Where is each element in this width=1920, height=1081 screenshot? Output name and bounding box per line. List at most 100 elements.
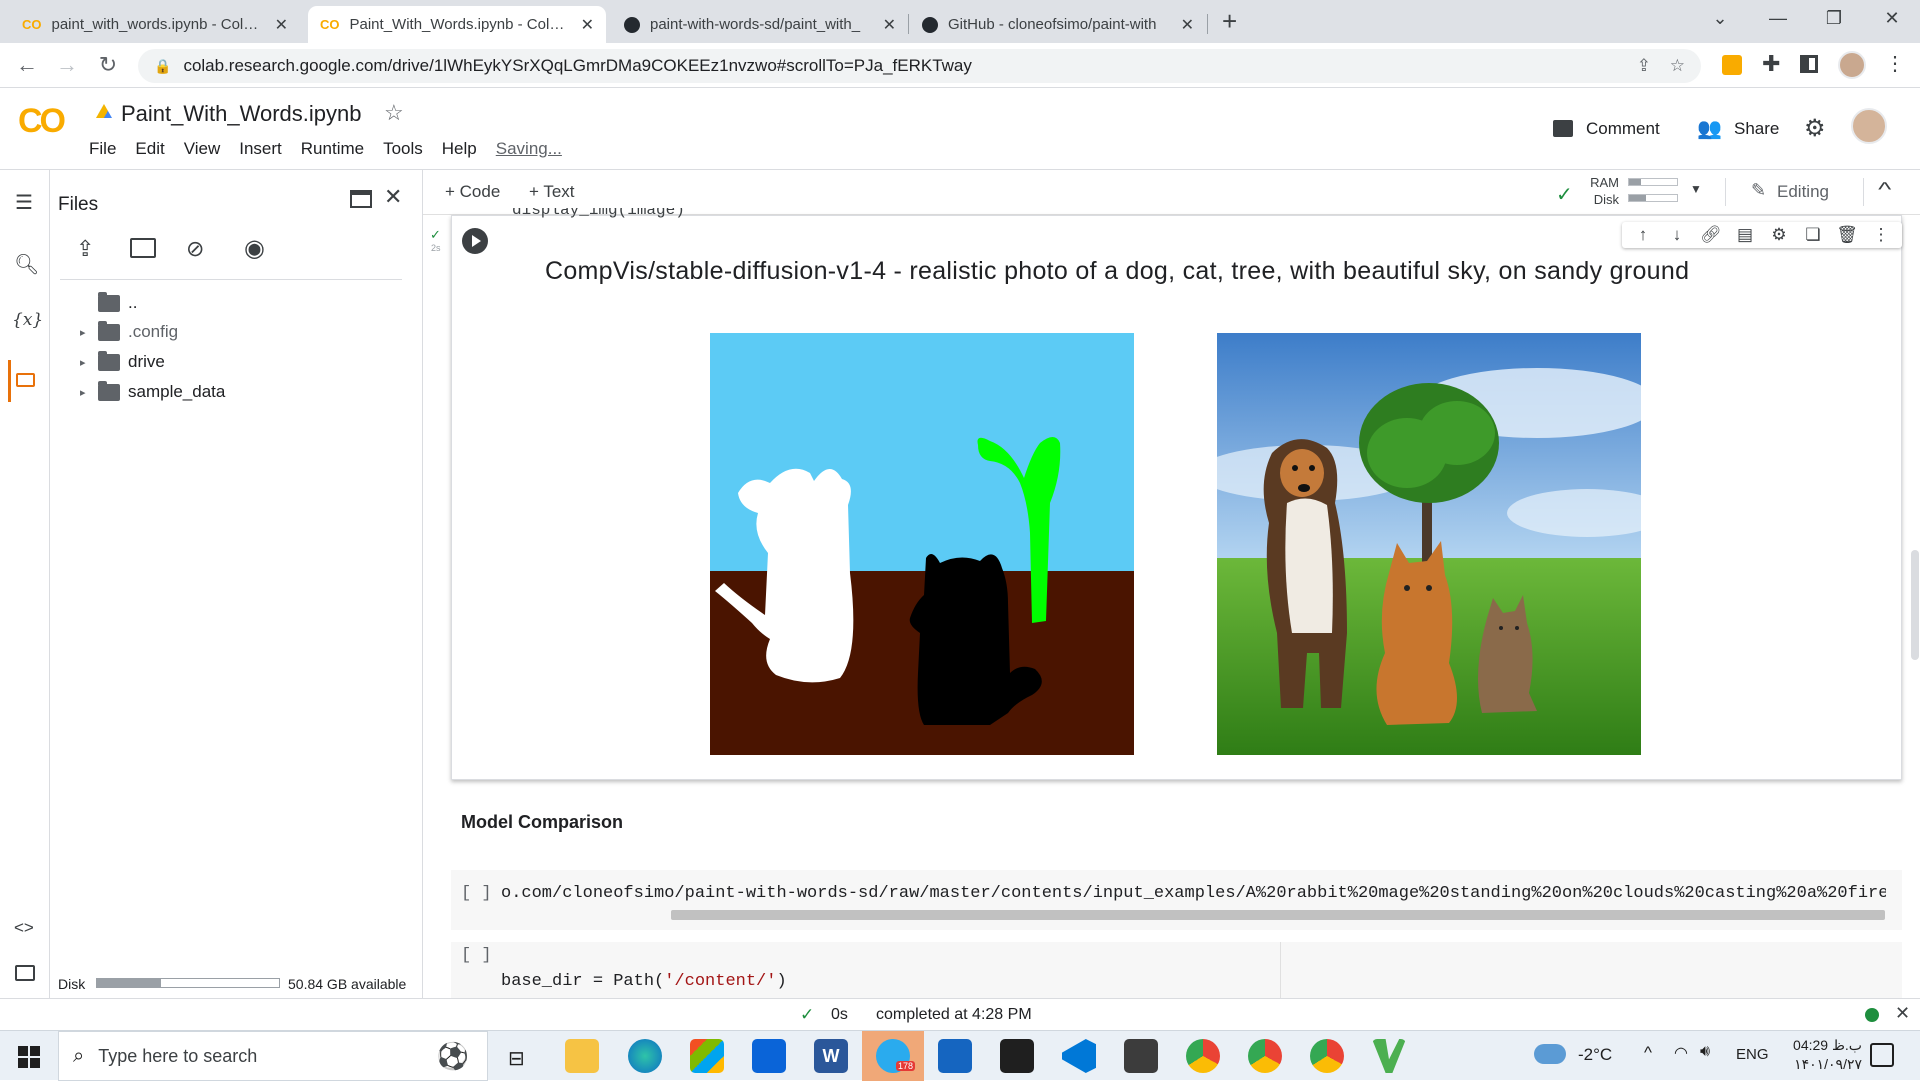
clock[interactable]: 04:29 ب.ظ ۱۴۰۱/۰۹/۲۷ [1772, 1036, 1862, 1074]
terminal-icon[interactable] [15, 965, 35, 981]
add-code-button[interactable]: + Code [445, 182, 500, 202]
tray-chevron-icon[interactable]: ^ [1644, 1043, 1652, 1063]
move-down-icon[interactable]: ↓ [1660, 225, 1694, 245]
output-cell[interactable]: display_img(image) ↑ ↓ 🔗︎ ▤ ⚙ ❏ 🗑︎ ⋮ Com… [451, 208, 1902, 780]
link-icon[interactable]: 🔗︎ [1694, 225, 1728, 245]
new-tab-button[interactable]: + [1222, 6, 1237, 37]
file-explorer-icon[interactable] [565, 1039, 599, 1073]
editing-mode-button[interactable]: Editing [1777, 182, 1829, 202]
microsoft-store-icon[interactable] [690, 1039, 724, 1073]
chrome-icon[interactable] [1248, 1039, 1282, 1073]
menu-edit[interactable]: Edit [135, 139, 164, 159]
menu-help[interactable]: Help [442, 139, 477, 159]
more-options-icon[interactable]: ⋮ [1864, 225, 1898, 245]
vscode-icon[interactable] [1062, 1039, 1096, 1073]
back-icon[interactable]: ← [12, 52, 42, 78]
comment-cell-icon[interactable]: ▤ [1728, 225, 1762, 245]
close-tab-icon[interactable]: ✕ [1181, 15, 1194, 35]
unmount-drive-icon[interactable]: ⊘ [186, 236, 204, 262]
browser-tab-1[interactable]: CO paint_with_words.ipynb - Colabo ✕ [10, 6, 300, 43]
user-avatar[interactable] [1851, 108, 1887, 144]
search-icon[interactable]: 🔍︎ [14, 252, 39, 277]
table-of-contents-icon[interactable]: ☰ [15, 190, 33, 215]
browser-tab-3[interactable]: paint-with-words-sd/paint_with_ ✕ [612, 6, 908, 43]
code-snippets-icon[interactable]: <> [14, 918, 34, 938]
collapse-header-icon[interactable]: ^ [1878, 179, 1891, 202]
share-page-icon[interactable]: ⇪ [1637, 56, 1651, 76]
taskbar-search-box[interactable]: ⌕ Type here to search ⚽ [58, 1031, 488, 1081]
tree-item-drive[interactable]: ▸ drive [80, 348, 165, 376]
code-cell-2[interactable]: [ ] o.com/cloneofsimo/paint-with-words-s… [451, 870, 1902, 930]
menu-tools[interactable]: Tools [383, 139, 423, 159]
horizontal-scrollbar[interactable] [671, 910, 1885, 920]
files-folder-icon[interactable] [16, 373, 35, 387]
star-icon[interactable]: ☆ [384, 100, 404, 126]
close-window-icon[interactable]: ✕ [1872, 8, 1912, 29]
browser-tab-4[interactable]: GitHub - cloneofsimo/paint-with ✕ [910, 6, 1206, 43]
code-cell-3[interactable]: [ ] base_dir = Path('/content/') [451, 942, 1902, 998]
settings-gear-icon[interactable]: ⚙ [1804, 114, 1826, 143]
volume-icon[interactable]: 🔊︎ [1700, 1043, 1710, 1061]
close-tab-icon[interactable]: ✕ [275, 15, 288, 35]
tree-item-config[interactable]: ▸ .config [80, 318, 178, 346]
chrome-icon[interactable] [1310, 1039, 1344, 1073]
windows-start-icon[interactable] [18, 1046, 40, 1068]
cell-bracket[interactable]: [ ] [461, 884, 492, 903]
menu-view[interactable]: View [184, 139, 221, 159]
telegram-taskbar-item[interactable]: 178 [862, 1031, 924, 1081]
notebook-title[interactable]: Paint_With_Words.ipynb [121, 101, 362, 127]
variables-icon[interactable]: {x} [12, 310, 43, 330]
cell-settings-icon[interactable]: ⚙ [1762, 225, 1796, 245]
weather-cloud-icon[interactable] [1534, 1044, 1566, 1064]
close-tab-icon[interactable]: ✕ [883, 15, 896, 35]
code-line[interactable]: base_dir = Path('/content/') [501, 972, 787, 991]
restore-icon[interactable]: ❐ [1814, 8, 1854, 29]
saving-status[interactable]: Saving... [496, 139, 562, 159]
close-tab-icon[interactable]: ✕ [581, 15, 594, 35]
delete-cell-icon[interactable]: 🗑︎ [1830, 225, 1864, 245]
window-app-icon[interactable] [1124, 1039, 1158, 1073]
add-text-button[interactable]: + Text [529, 182, 575, 202]
task-view-icon[interactable]: ⊟ [508, 1046, 525, 1071]
vim-icon[interactable] [1372, 1039, 1406, 1073]
media-player-icon[interactable] [938, 1039, 972, 1073]
language-indicator[interactable]: ENG [1736, 1046, 1769, 1063]
close-panel-icon[interactable]: ✕ [384, 184, 402, 210]
mail-icon[interactable] [752, 1039, 786, 1073]
chrome-icon[interactable] [1186, 1039, 1220, 1073]
wifi-icon[interactable]: ◠ [1674, 1043, 1688, 1063]
reload-icon[interactable]: ↻ [93, 52, 123, 78]
comment-button[interactable]: Comment [1586, 119, 1660, 139]
edge-browser-icon[interactable] [628, 1039, 662, 1073]
menu-file[interactable]: File [89, 139, 116, 159]
mirror-cell-icon[interactable]: ❏ [1796, 225, 1830, 245]
menu-runtime[interactable]: Runtime [301, 139, 364, 159]
tree-item-sample-data[interactable]: ▸ sample_data [80, 378, 225, 406]
resources-dropdown-icon[interactable]: ▼ [1690, 182, 1702, 196]
word-icon[interactable]: W [814, 1039, 848, 1073]
tree-item-parent[interactable]: .. [80, 289, 137, 317]
profile-avatar[interactable] [1838, 51, 1866, 79]
colab-logo[interactable]: CO [18, 102, 66, 141]
code-line[interactable]: o.com/cloneofsimo/paint-with-words-sd/ra… [501, 884, 1886, 903]
run-cell-button[interactable] [462, 228, 488, 254]
open-in-tab-icon[interactable] [350, 190, 372, 208]
url-omnibox[interactable]: 🔒 colab.research.google.com/drive/1lWhEy… [138, 49, 1701, 83]
show-hidden-eye-icon[interactable]: ◉ [244, 234, 265, 263]
extensions-puzzle-icon[interactable]: ✚ [1762, 51, 1780, 77]
minimize-icon[interactable]: — [1758, 8, 1798, 29]
refresh-folder-icon[interactable] [130, 238, 156, 258]
status-message[interactable]: completed at 4:28 PM [876, 1006, 1032, 1024]
move-up-icon[interactable]: ↑ [1626, 225, 1660, 245]
notifications-icon[interactable] [1870, 1043, 1894, 1067]
extension-icon[interactable] [1722, 55, 1742, 75]
expand-caret-icon[interactable]: ▸ [80, 326, 98, 339]
menu-insert[interactable]: Insert [239, 139, 282, 159]
close-status-icon[interactable]: ✕ [1895, 1003, 1910, 1024]
upload-file-icon[interactable]: ⇪ [76, 236, 94, 262]
weather-temp[interactable]: -2°C [1578, 1045, 1612, 1065]
side-panel-icon[interactable] [1800, 55, 1818, 73]
share-button[interactable]: Share [1734, 119, 1779, 139]
tab-search-chevron-icon[interactable]: ⌄ [1700, 8, 1740, 29]
browser-tab-2-active[interactable]: CO Paint_With_Words.ipynb - Colabo ✕ [308, 6, 606, 43]
